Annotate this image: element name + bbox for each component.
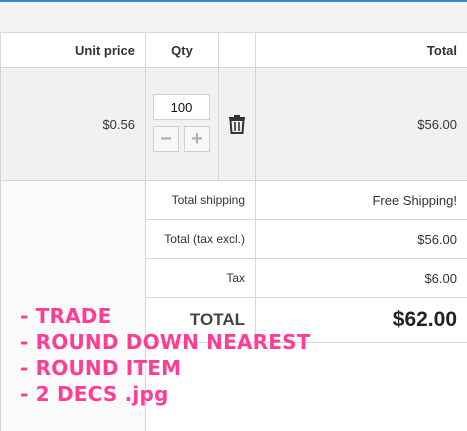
header-total: Total [255,32,467,68]
annotation-line: - ROUND DOWN NEAREST [20,330,311,354]
decrease-quantity-button[interactable]: − [153,126,179,152]
header-unit-price: Unit price [0,32,145,68]
item-delete-cell [218,68,255,181]
annotation-line: - 2 DECS .jpg [20,382,169,406]
header-delete-column [218,32,255,68]
item-unit-price: $0.56 [0,68,145,181]
trash-icon[interactable] [228,114,246,134]
item-qty-cell: 100 − + [145,68,218,181]
total-shipping-label: Total shipping [145,181,255,220]
total-tax-excl-value: $56.00 [255,220,467,259]
item-total: $56.00 [255,68,467,181]
annotation-overlay: - TRADE - ROUND DOWN NEAREST - ROUND ITE… [20,303,311,407]
tax-value: $6.00 [255,259,467,298]
annotation-line: - ROUND ITEM [20,356,182,380]
top-accent-line [0,0,467,2]
annotation-line: - TRADE [20,304,112,328]
header-qty: Qty [145,32,218,68]
increase-quantity-button[interactable]: + [184,126,210,152]
tax-label: Tax [145,259,255,298]
total-shipping-value: Free Shipping! [255,181,467,220]
total-tax-excl-label: Total (tax excl.) [145,220,255,259]
quantity-input[interactable]: 100 [153,94,210,120]
